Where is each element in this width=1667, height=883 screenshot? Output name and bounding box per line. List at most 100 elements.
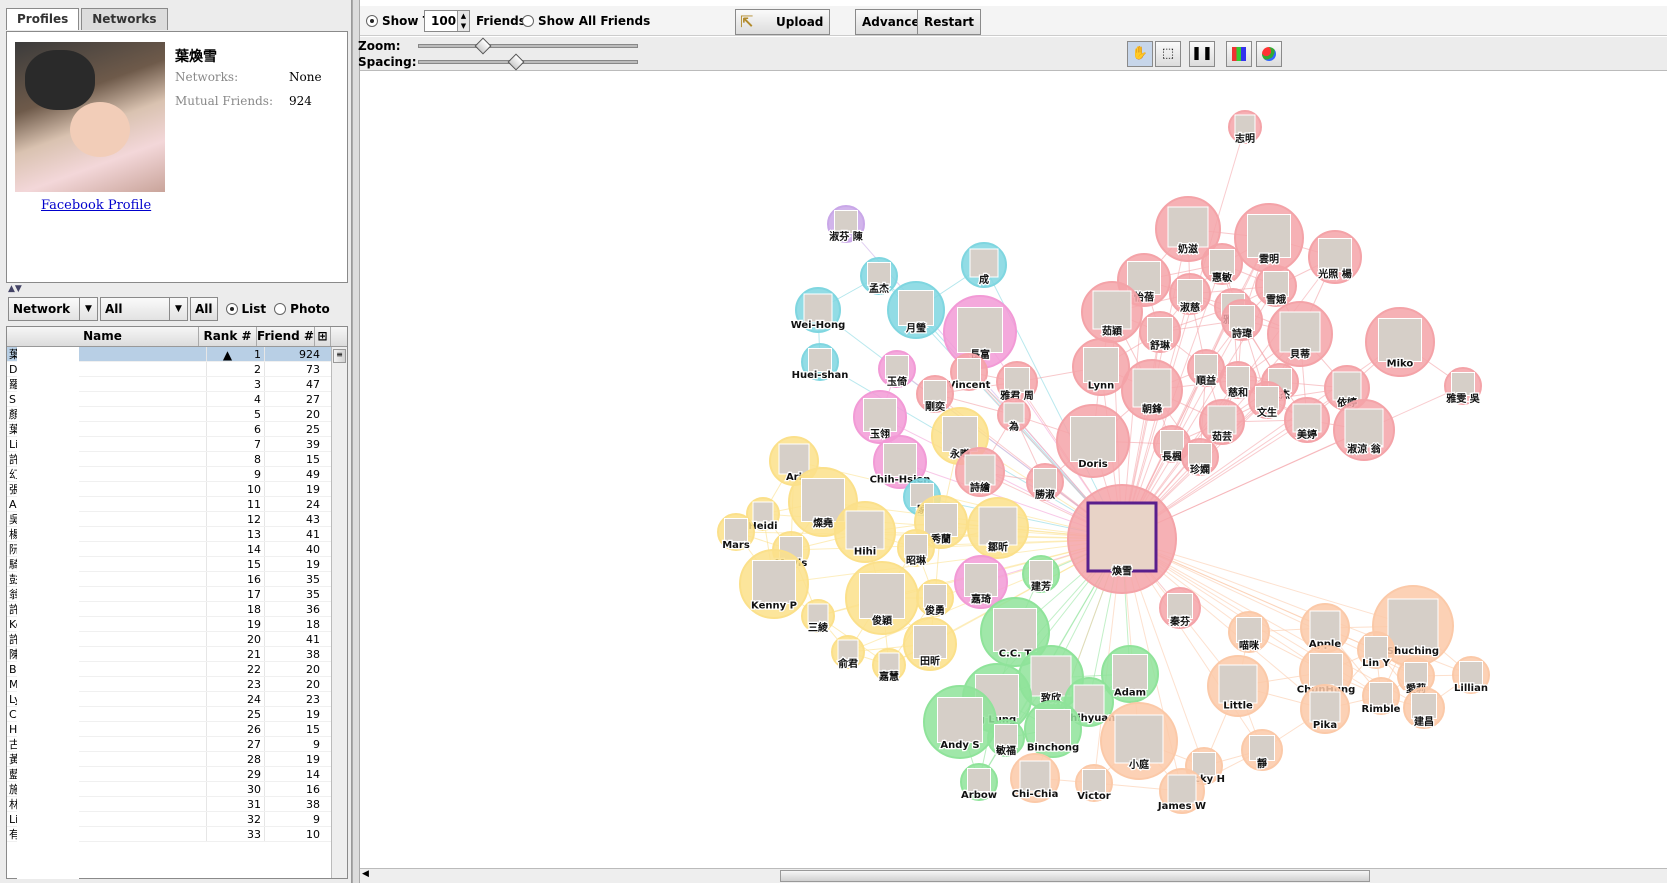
friend-node[interactable]: 俊勇 [916,579,954,618]
friend-node[interactable]: 淑慈 [1169,273,1211,315]
friend-node[interactable]: 孟杰 [860,257,898,296]
select-rect-icon[interactable]: ⬚ [1155,41,1181,67]
upload-button[interactable]: ⇱ Upload [735,9,831,35]
friend-node[interactable]: 雅君 周 [996,361,1038,403]
friend-node[interactable]: 茹芸 [1199,399,1245,445]
friend-node[interactable]: 喵咪 [1228,611,1270,653]
friend-node[interactable]: 朝鋒 [1121,359,1183,421]
friend-node[interactable]: Hihi [834,501,896,563]
friend-node[interactable]: 光照 楊 [1308,230,1362,284]
friend-node[interactable]: Chi-Chia [1010,753,1060,803]
friend-network-graph[interactable]: 志明淑芬 陳奶滋雲明光照 楊成孟杰Wei-Hong月瑩長富怡蓓惠敏雪娥雅芸淑慈詩… [360,72,1667,868]
friend-node[interactable]: Binchong [1024,700,1082,758]
graph-hscrollbar[interactable]: ◀ [360,868,1667,883]
friend-node[interactable]: 雅雯 吳 [1444,367,1482,406]
scroll-thumb[interactable]: ≡ [333,349,346,363]
scroll-left-icon[interactable]: ◀ [362,869,369,879]
friend-node[interactable]: 詩繪 [955,447,1005,497]
splitter-arrows-icon[interactable]: ▲▼ [8,284,22,294]
friend-node[interactable]: Kenny P [739,549,809,619]
friend-node[interactable]: Apple [1300,603,1350,653]
friend-node[interactable]: 小庭 [1100,702,1178,780]
friend-node[interactable]: 詩瑋 [1221,299,1263,341]
node-label: 俊勇 [925,604,945,617]
all-select[interactable]: All ▼ [100,297,188,321]
restart-button[interactable]: Restart [917,9,982,35]
friend-node[interactable]: 為 [997,398,1031,434]
table-scrollbar[interactable]: ≡ [331,347,347,878]
friend-node[interactable]: 雲明 [1234,203,1304,273]
friend-node[interactable]: James W [1156,768,1207,814]
friend-node[interactable]: Arbow [960,763,998,802]
split-divider[interactable] [352,0,360,883]
friend-node[interactable]: 靜 [1241,729,1283,771]
hand-pan-icon[interactable]: ✋ [1127,41,1153,67]
zoom-slider-knob[interactable] [474,37,492,55]
graph-hscroll-thumb[interactable] [780,870,1370,882]
friend-node[interactable]: 嘉慧 [872,648,906,684]
tab-networks[interactable]: Networks [81,8,168,30]
facebook-profile-link[interactable]: Facebook Profile [41,198,151,213]
friend-node[interactable]: 剛奕 [916,375,954,414]
friend-node[interactable]: 三綾 [801,599,835,635]
friend-node[interactable]: 昭琳 [897,529,935,568]
pause-icon[interactable]: ❚❚ [1189,41,1215,67]
friend-node[interactable]: 淑涼 翁 [1333,399,1395,461]
friend-node[interactable]: 月瑩 [887,281,945,339]
friend-node[interactable]: 茹穎 [1081,281,1143,343]
list-radio[interactable]: List [225,302,266,316]
friend-node[interactable]: 敏福 [987,719,1025,758]
friend-node[interactable]: 秦芬 [1159,587,1201,629]
friend-node[interactable]: 雪娥 [1255,265,1297,307]
friend-node[interactable]: Mars [717,513,755,552]
friend-node[interactable]: 文生 [1248,381,1286,420]
friend-node[interactable]: Miko [1365,307,1435,377]
friend-node[interactable]: 志明 [1228,110,1262,146]
column-picker-icon[interactable]: ⊞ [315,327,331,346]
friend-node[interactable]: Huei-shan [790,343,850,382]
column-friend[interactable]: Friend # [257,327,315,346]
network-select[interactable]: Network ▼ [8,297,98,321]
friend-node[interactable]: 淑芬 陳 [827,205,865,244]
show-all-radio[interactable]: Show All Friends [522,14,650,28]
friend-node[interactable]: Rimble [1360,677,1402,716]
friend-node[interactable]: Doris [1056,404,1130,478]
friend-node[interactable]: Pika [1300,684,1350,734]
friend-node[interactable]: 舒琳 [1139,311,1181,353]
column-name[interactable]: Name [7,327,199,346]
friend-node[interactable]: Lynn [1072,338,1130,396]
friend-node[interactable]: 建芳 [1022,555,1060,594]
friend-node[interactable]: 惠敏 [1201,243,1243,285]
spinner-arrows-icon[interactable]: ▲ ▼ [457,11,469,31]
tab-profiles[interactable]: Profiles [6,8,80,30]
spacing-slider-knob[interactable] [507,53,525,71]
friend-node[interactable]: Little [1207,655,1269,717]
center-node[interactable]: 煥雪 [1067,484,1177,594]
friend-node[interactable]: 貝蒂 [1267,301,1333,367]
friend-node[interactable]: 嘉琦 [954,555,1008,609]
friend-node[interactable]: 俊穎 [845,561,919,635]
color-grid-icon[interactable] [1226,41,1252,67]
friend-node[interactable]: Lillian [1452,656,1490,695]
all-button[interactable]: All [190,297,218,321]
friend-node[interactable]: 鄒昕 [967,497,1029,559]
photo-radio[interactable]: Photo [274,302,330,316]
column-rank[interactable]: Rank # ▲ [199,327,257,362]
friend-node[interactable]: Andy S [923,685,997,759]
friend-node[interactable]: Victor [1075,764,1113,803]
friend-node[interactable]: 田昕 [903,617,957,671]
spacing-slider[interactable] [418,60,638,64]
zoom-slider[interactable] [418,44,638,48]
friend-node[interactable]: 順益 [1187,349,1225,388]
color-circles-icon[interactable] [1256,41,1282,67]
friend-node[interactable]: 珍嫻 [1181,438,1219,477]
friend-node[interactable]: Lin Y [1357,631,1395,670]
friend-node[interactable]: 成 [961,242,1007,288]
top-count-spinner[interactable]: 100 ▲ ▼ [424,10,470,32]
friend-node[interactable]: Wei-Hong [789,287,847,333]
friend-node[interactable]: 勝淑 [1026,463,1064,502]
friend-node[interactable]: 建昌 [1403,687,1445,729]
friend-node[interactable]: 美婷 [1284,397,1330,443]
friend-node[interactable]: 玉倚 [878,350,916,389]
friend-node[interactable]: 俞君 [831,635,865,671]
